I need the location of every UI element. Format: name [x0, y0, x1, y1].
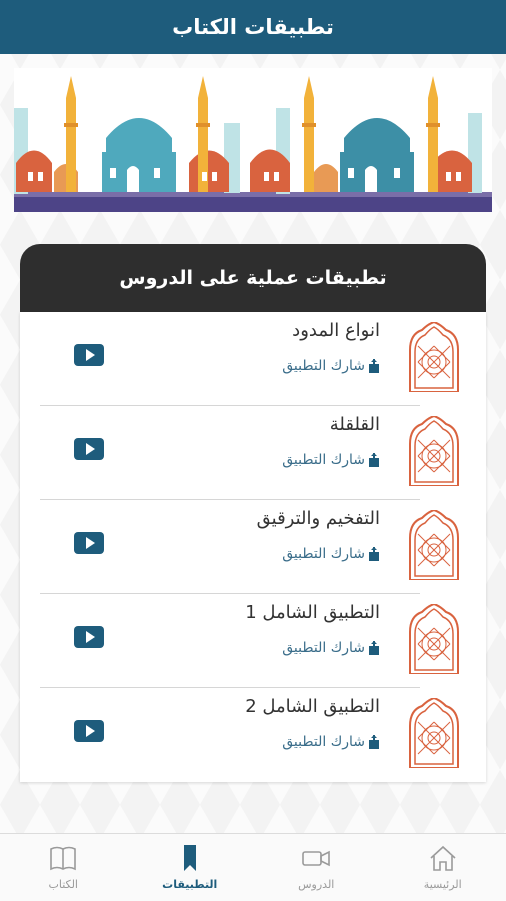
nav-book[interactable]: الكتاب [0, 834, 127, 901]
list-item[interactable]: التفخيم والترقيق شارك التطبيق [20, 500, 486, 594]
nav-lessons-label: الدروس [298, 878, 334, 891]
play-button[interactable] [74, 720, 104, 742]
page-title: تطبيقات الكتاب [172, 15, 334, 39]
play-button[interactable] [74, 626, 104, 648]
lesson-title: انواع المدود [292, 320, 380, 341]
video-camera-icon [301, 844, 331, 872]
lesson-title: التطبيق الشامل 1 [245, 602, 380, 623]
bottom-nav: الكتاب التطبيقات الدروس الرئيسية [0, 833, 506, 901]
arch-pattern-icon [408, 416, 460, 486]
play-button[interactable] [74, 532, 104, 554]
play-button[interactable] [74, 438, 104, 460]
share-icon [368, 641, 380, 655]
share-label: شارك التطبيق [282, 452, 365, 468]
list-item[interactable]: القلقلة شارك التطبيق [20, 406, 486, 500]
share-icon [368, 735, 380, 749]
app-bar: تطبيقات الكتاب [0, 0, 506, 54]
play-icon [86, 631, 95, 643]
share-label: شارك التطبيق [282, 640, 365, 656]
mosque-banner [14, 68, 492, 212]
arch-pattern-icon [408, 322, 460, 392]
home-icon [428, 844, 458, 872]
share-icon [368, 453, 380, 467]
mosque-illustration [14, 68, 492, 212]
nav-book-label: الكتاب [48, 878, 78, 891]
play-icon [86, 725, 95, 737]
arch-pattern-icon [408, 510, 460, 580]
share-icon [368, 359, 380, 373]
share-label: شارك التطبيق [282, 546, 365, 562]
list-item[interactable]: انواع المدود شارك التطبيق [20, 312, 486, 406]
share-link[interactable]: شارك التطبيق [282, 640, 380, 656]
share-link[interactable]: شارك التطبيق [282, 734, 380, 750]
book-icon [48, 844, 78, 872]
share-label: شارك التطبيق [282, 734, 365, 750]
lesson-title: التطبيق الشامل 2 [245, 696, 380, 717]
play-icon [86, 443, 95, 455]
bookmark-icon [175, 844, 205, 872]
share-link[interactable]: شارك التطبيق [282, 546, 380, 562]
arch-pattern-icon [408, 604, 460, 674]
share-link[interactable]: شارك التطبيق [282, 452, 380, 468]
share-label: شارك التطبيق [282, 358, 365, 374]
nav-lessons[interactable]: الدروس [253, 834, 380, 901]
list-item[interactable]: التطبيق الشامل 2 شارك التطبيق [20, 688, 486, 782]
share-icon [368, 547, 380, 561]
play-button[interactable] [74, 344, 104, 366]
nav-apps-label: التطبيقات [162, 878, 217, 891]
play-icon [86, 537, 95, 549]
nav-apps[interactable]: التطبيقات [127, 834, 254, 901]
lesson-title: القلقلة [330, 414, 380, 435]
section-title: تطبيقات عملية على الدروس [119, 267, 386, 289]
list-item[interactable]: التطبيق الشامل 1 شارك التطبيق [20, 594, 486, 688]
lessons-list: انواع المدود شارك التطبيق القلقلة شارك ا… [20, 312, 486, 782]
share-link[interactable]: شارك التطبيق [282, 358, 380, 374]
nav-home-label: الرئيسية [424, 878, 462, 891]
lesson-title: التفخيم والترقيق [257, 508, 380, 529]
arch-pattern-icon [408, 698, 460, 768]
section-header: تطبيقات عملية على الدروس [20, 244, 486, 312]
nav-home[interactable]: الرئيسية [380, 834, 506, 901]
play-icon [86, 349, 95, 361]
